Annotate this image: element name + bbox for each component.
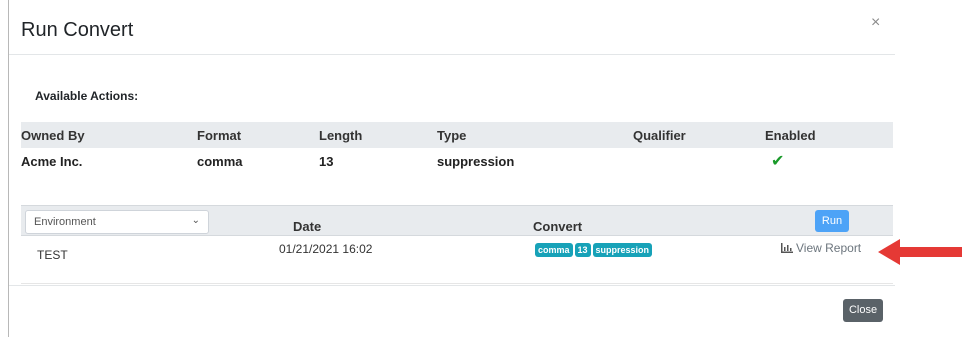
run-table-header: Environment ⌄ Date Convert Run	[21, 205, 893, 236]
available-actions-title: Available Actions:	[35, 89, 139, 103]
col-date: Date	[293, 219, 322, 234]
environment-select[interactable]: Environment ⌄	[25, 210, 209, 234]
available-actions-table: Owned By Format Length Type Qualifier En…	[21, 122, 893, 176]
environment-cell: TEST	[37, 248, 68, 262]
run-convert-modal: Run Convert × Available Actions: Owned B…	[9, 0, 895, 337]
footer-divider	[9, 285, 895, 286]
col-owned-by: Owned By	[21, 128, 85, 143]
length-cell: 13	[319, 154, 334, 169]
run-history-table: Environment ⌄ Date Convert Run TEST 01/2…	[21, 205, 893, 284]
table-row: Acme Inc. comma 13 suppression ✔	[21, 148, 893, 176]
col-format: Format	[197, 128, 242, 143]
format-cell: comma	[197, 154, 243, 169]
modal-header: Run Convert ×	[9, 0, 895, 55]
table-row: TEST 01/21/2021 16:02 comma 13 suppression…	[21, 236, 893, 284]
col-type: Type	[437, 128, 467, 143]
col-convert: Convert	[533, 219, 583, 234]
date-cell: 01/21/2021 16:02	[279, 242, 373, 256]
view-report-link[interactable]: View Report	[781, 241, 861, 255]
convert-badges: comma 13 suppression	[535, 242, 654, 257]
bar-chart-icon	[781, 243, 793, 253]
check-icon: ✔	[771, 153, 785, 170]
chevron-down-icon: ⌄	[191, 215, 200, 226]
owned-by-cell: Acme Inc.	[21, 154, 83, 169]
view-report-label: View Report	[796, 241, 862, 255]
red-arrow-annotation	[878, 239, 962, 265]
badge-format: comma	[535, 243, 573, 257]
badge-type: suppression	[592, 243, 653, 257]
col-enabled: Enabled	[765, 128, 816, 143]
type-cell: suppression	[437, 154, 515, 169]
col-length: Length	[319, 128, 363, 143]
col-qualifier: Qualifier	[633, 128, 686, 143]
close-icon[interactable]: ×	[871, 14, 880, 32]
actions-table-header: Owned By Format Length Type Qualifier En…	[21, 122, 893, 148]
badge-length: 13	[574, 243, 591, 257]
close-button[interactable]: Close	[843, 299, 883, 322]
run-button[interactable]: Run	[815, 210, 849, 232]
environment-select-value: Environment	[34, 216, 96, 228]
modal-title: Run Convert	[21, 19, 134, 41]
